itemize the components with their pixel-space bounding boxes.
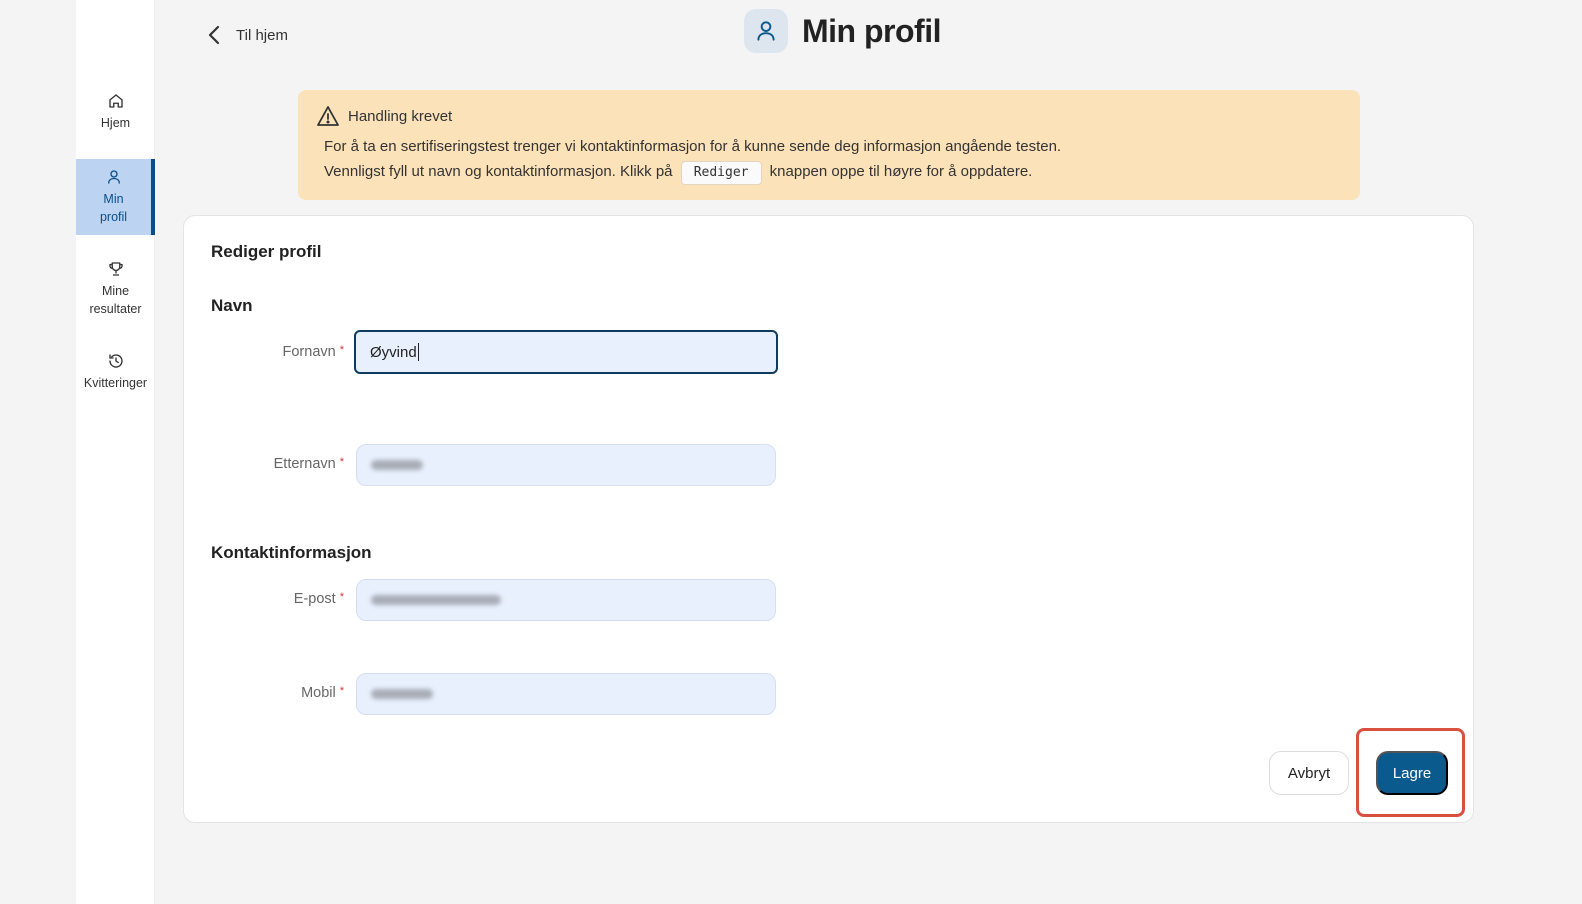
back-label: Til hjem bbox=[236, 26, 288, 44]
alert-title: Handling krevet bbox=[348, 107, 453, 125]
alert-line-2: Vennligst fyll ut navn og kontaktinforma… bbox=[324, 159, 1340, 185]
first-name-label: Fornavn * bbox=[282, 344, 344, 360]
last-name-label: Etternavn * bbox=[273, 456, 344, 472]
last-name-input[interactable] bbox=[356, 444, 776, 486]
sidebar-item-min-profil[interactable]: Min profil bbox=[76, 159, 155, 235]
blurred-value bbox=[371, 689, 433, 699]
alert-line-2-start: Vennligst fyll ut navn og kontaktinforma… bbox=[324, 163, 673, 180]
mobile-input[interactable] bbox=[356, 673, 776, 715]
section-title-navn: Navn bbox=[211, 296, 253, 315]
sidebar-item-label: Kvitteringer bbox=[83, 376, 148, 390]
section-title-kontaktinformasjon: Kontaktinformasjon bbox=[211, 543, 372, 562]
chevron-left-icon bbox=[208, 25, 220, 45]
page-header: Min profil bbox=[744, 9, 941, 53]
sidebar-item-kvitteringer[interactable]: Kvitteringer bbox=[76, 352, 155, 392]
sidebar-item-label: Mine resultater bbox=[89, 284, 142, 316]
first-name-input[interactable]: Øyvind bbox=[354, 330, 778, 374]
alert-line-2-end: knappen oppe til høyre for å oppdatere. bbox=[769, 163, 1033, 180]
sidebar-item-label: Hjem bbox=[100, 116, 131, 130]
sidebar-item-mine-resultater[interactable]: Mine resultater bbox=[76, 260, 155, 318]
history-icon bbox=[108, 354, 123, 368]
trophy-icon bbox=[108, 262, 123, 276]
edit-profile-card: Rediger profil Navn Fornavn * Øyvind Ette… bbox=[183, 215, 1474, 823]
action-required-alert: Handling krevet For å ta en sertifiserin… bbox=[298, 90, 1360, 200]
text-caret bbox=[417, 343, 419, 361]
sidebar-item-label: Min profil bbox=[99, 192, 128, 224]
page-title: Min profil bbox=[802, 12, 941, 49]
sidebar-item-hjem[interactable]: Hjem bbox=[76, 92, 155, 132]
home-icon bbox=[108, 94, 123, 108]
alert-line-1: For å ta en sertifiseringstest trenger v… bbox=[324, 138, 1062, 155]
avatar bbox=[744, 9, 788, 53]
sidebar: Hjem Min profil Mine resultater Kvitteri… bbox=[76, 0, 155, 904]
rediger-code: Rediger bbox=[680, 161, 762, 185]
blurred-value bbox=[371, 595, 501, 605]
warning-icon bbox=[317, 106, 339, 126]
user-icon bbox=[757, 21, 775, 41]
mobile-label: Mobil * bbox=[301, 685, 344, 701]
alert-header: Handling krevet bbox=[316, 104, 1332, 128]
email-label: E-post * bbox=[293, 591, 344, 607]
user-icon bbox=[107, 170, 120, 184]
save-button[interactable]: Lagre bbox=[1376, 751, 1448, 795]
back-link[interactable]: Til hjem bbox=[206, 24, 288, 46]
card-title: Rediger profil bbox=[211, 242, 322, 261]
blurred-value bbox=[371, 460, 423, 470]
email-input[interactable] bbox=[356, 579, 776, 621]
cancel-button[interactable]: Avbryt bbox=[1269, 751, 1349, 795]
first-name-value: Øyvind bbox=[370, 343, 417, 361]
